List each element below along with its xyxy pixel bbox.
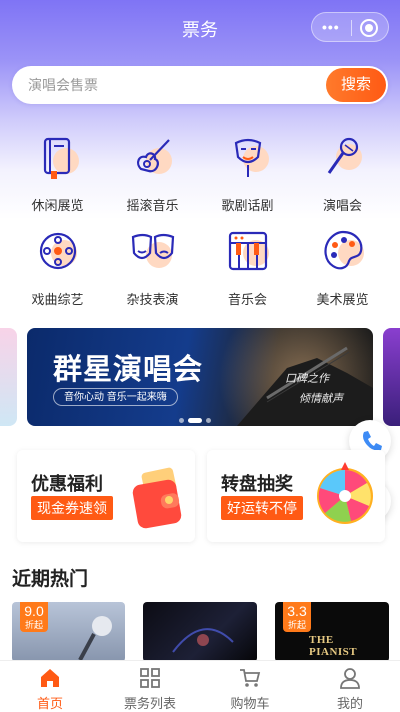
piano-icon bbox=[228, 231, 269, 271]
category-item[interactable]: 杂技表演 bbox=[105, 227, 200, 317]
category-item[interactable]: 休闲展览 bbox=[10, 133, 105, 223]
promo-tag: 现金券速领 bbox=[31, 496, 113, 520]
guitar-icon bbox=[137, 139, 172, 174]
microphone-poster-image bbox=[78, 616, 112, 661]
prize-wheel-icon bbox=[317, 462, 373, 524]
tab-label: 首页 bbox=[36, 696, 63, 711]
tab-ticket-list[interactable]: 票务列表 bbox=[100, 661, 200, 712]
more-icon[interactable]: ••• bbox=[322, 20, 340, 34]
banner-handwriting: 口碑之作 bbox=[285, 373, 329, 385]
category-item[interactable]: 摇滚音乐 bbox=[105, 133, 200, 223]
category-label: 休闲展览 bbox=[31, 198, 84, 213]
microphone-icon bbox=[327, 137, 362, 174]
cart-icon bbox=[240, 669, 261, 687]
banner-prev-slide[interactable] bbox=[0, 328, 17, 426]
drama-masks-icon bbox=[131, 233, 175, 268]
discount-badge: 9.0 折起 bbox=[20, 602, 48, 632]
promo-card-coupon[interactable]: 优惠福利 现金券速领 bbox=[17, 450, 195, 542]
hot-event-card[interactable] bbox=[143, 602, 257, 662]
banner-handwriting: 倾情献声 bbox=[299, 393, 343, 405]
search-button[interactable]: 搜索 bbox=[326, 68, 386, 102]
carousel-indicator bbox=[179, 418, 215, 424]
promo-title: 转盘抽奖 bbox=[221, 474, 293, 494]
film-reel-icon bbox=[39, 232, 77, 270]
discount-suffix: 折起 bbox=[287, 620, 306, 630]
promo-title: 优惠福利 bbox=[31, 474, 103, 494]
category-label: 美术展览 bbox=[316, 292, 369, 307]
home-icon bbox=[41, 669, 59, 687]
category-item[interactable]: 美术展览 bbox=[295, 227, 390, 317]
tab-label: 我的 bbox=[336, 696, 363, 711]
carousel-dot bbox=[179, 418, 184, 423]
book-icon bbox=[43, 137, 79, 179]
category-item[interactable]: 歌剧话剧 bbox=[200, 133, 295, 223]
category-label: 音乐会 bbox=[227, 292, 267, 307]
category-label: 摇滚音乐 bbox=[126, 198, 179, 213]
user-icon bbox=[340, 668, 360, 689]
category-item[interactable]: 音乐会 bbox=[200, 227, 295, 317]
search-bar: 搜索 bbox=[12, 66, 388, 104]
hot-event-card[interactable]: THE PIANIST 3.3 折起 bbox=[275, 602, 389, 662]
discount-value: 9.0 bbox=[24, 603, 44, 619]
category-label: 歌剧话剧 bbox=[221, 198, 274, 213]
tab-label: 票务列表 bbox=[123, 696, 176, 711]
banner-title: 群星演唱会 bbox=[53, 354, 204, 386]
category-item[interactable]: 演唱会 bbox=[295, 133, 390, 223]
banner-next-slide[interactable] bbox=[383, 328, 400, 426]
banner-carousel[interactable]: 群星演唱会 音你心动 音乐一起来嗨 口碑之作 倾情献声 bbox=[0, 328, 400, 428]
tab-profile[interactable]: 我的 bbox=[300, 661, 400, 712]
poster-title: THE PIANIST bbox=[309, 634, 358, 658]
miniapp-capsule[interactable]: ••• bbox=[311, 12, 389, 42]
category-label: 杂技表演 bbox=[126, 292, 179, 307]
tab-cart[interactable]: 购物车 bbox=[200, 661, 300, 712]
tab-home[interactable]: 首页 bbox=[0, 661, 100, 712]
concert-poster-image bbox=[172, 628, 234, 653]
capsule-divider bbox=[351, 20, 352, 36]
carousel-dot-active bbox=[188, 418, 202, 423]
discount-suffix: 折起 bbox=[24, 620, 43, 630]
promo-tag: 好运转不停 bbox=[221, 496, 303, 520]
banner-subtitle: 音你心动 音乐一起来嗨 bbox=[53, 388, 178, 406]
promo-card-lottery[interactable]: 转盘抽奖 好运转不停 bbox=[207, 450, 385, 542]
discount-badge: 3.3 折起 bbox=[283, 602, 311, 632]
section-title: 近期热门 bbox=[12, 569, 89, 590]
top-bar: 票务 ••• bbox=[0, 0, 400, 56]
carousel-dot bbox=[206, 418, 211, 423]
hot-event-card[interactable]: 9.0 折起 bbox=[12, 602, 125, 662]
category-label: 演唱会 bbox=[322, 198, 362, 213]
grid-icon bbox=[140, 668, 160, 688]
discount-value: 3.3 bbox=[287, 603, 307, 619]
bottom-tab-bar: 首页 票务列表 购物车 我的 bbox=[0, 660, 400, 712]
theater-mask-icon bbox=[234, 138, 269, 177]
palette-icon bbox=[324, 230, 364, 270]
tab-label: 购物车 bbox=[230, 696, 270, 711]
category-item[interactable]: 戏曲综艺 bbox=[10, 227, 105, 317]
close-miniapp-icon[interactable] bbox=[360, 19, 378, 37]
red-wallet-icon bbox=[132, 467, 182, 529]
category-label: 戏曲综艺 bbox=[31, 292, 84, 307]
banner-slide[interactable]: 群星演唱会 音你心动 音乐一起来嗨 口碑之作 倾情献声 bbox=[27, 328, 373, 426]
search-input[interactable] bbox=[28, 75, 318, 95]
